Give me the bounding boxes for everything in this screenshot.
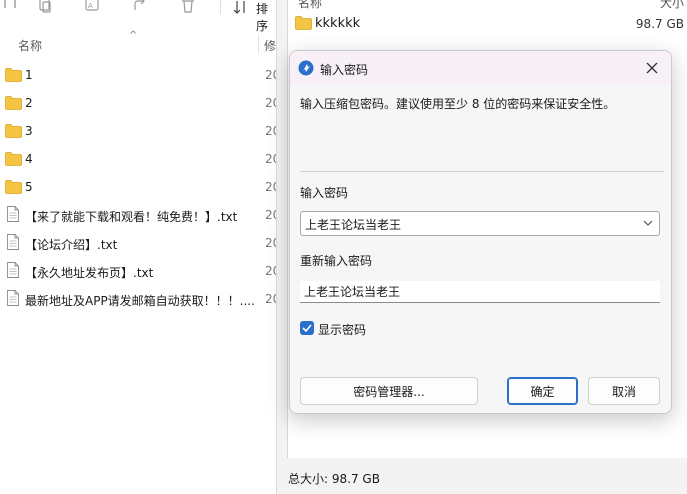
reenter-password-input[interactable] xyxy=(300,281,660,302)
dialog-divider xyxy=(300,171,664,172)
file-date: 20 xyxy=(265,68,276,82)
password-value[interactable]: 上老王论坛当老王 xyxy=(305,216,401,233)
dialog-description: 输入压缩包密码。建议使用至少 8 位的密码来保证安全性。 xyxy=(300,97,616,111)
file-name[interactable]: 【来了就能下载和观看！纯免费！】.txt xyxy=(25,208,237,225)
cut-icon[interactable] xyxy=(2,0,18,16)
folder-icon xyxy=(295,16,312,30)
ok-button[interactable]: 确定 xyxy=(507,377,578,405)
show-password-label[interactable]: 显示密码 xyxy=(318,321,366,338)
checkmark-icon xyxy=(302,324,312,332)
column-name[interactable]: 名称 xyxy=(18,37,42,54)
folder-icon xyxy=(5,180,22,194)
rename-icon[interactable]: A xyxy=(85,0,101,16)
archive-column-name[interactable]: 名称 xyxy=(298,0,322,11)
text-file-icon xyxy=(7,262,19,278)
file-list: 120220320420520【来了就能下载和观看！纯免费！】.txt20【论坛… xyxy=(0,61,276,313)
file-date: 20 xyxy=(265,180,276,194)
file-date: 20 xyxy=(265,236,276,250)
file-date: 20 xyxy=(265,152,276,166)
reenter-password-field[interactable] xyxy=(300,281,660,303)
close-icon xyxy=(646,62,658,74)
file-row[interactable]: 2 20 xyxy=(0,89,276,117)
file-name[interactable]: 4 xyxy=(25,152,33,166)
status-total-size: 总大小: 98.7 GB xyxy=(288,472,380,486)
text-file-icon xyxy=(7,290,19,306)
file-name[interactable]: 【论坛介绍】.txt xyxy=(25,236,117,253)
file-date: 20 xyxy=(265,96,276,110)
file-name[interactable]: 【永久地址发布页】.txt xyxy=(25,264,153,281)
file-row[interactable]: 3 20 xyxy=(0,117,276,145)
copy-icon[interactable] xyxy=(37,0,53,16)
file-date: 20 xyxy=(265,124,276,138)
dialog-title: 输入密码 xyxy=(320,63,369,77)
file-explorer: A 排序 ^ 名称 修 120220320420520【来了就能下载和观看！纯免… xyxy=(0,0,276,494)
file-row[interactable]: 5 20 xyxy=(0,173,276,201)
text-file-icon xyxy=(7,234,19,250)
column-modified[interactable]: 修 xyxy=(264,37,276,54)
password-combobox[interactable]: 上老王论坛当老王 xyxy=(300,211,660,236)
folder-icon xyxy=(5,68,22,82)
file-date: 20 xyxy=(265,292,276,306)
share-icon[interactable] xyxy=(132,0,148,16)
sort-button[interactable]: 排序 xyxy=(256,0,276,34)
delete-icon[interactable] xyxy=(180,0,196,16)
file-name[interactable]: 最新地址及APP请发邮箱自动获取！！！.... xyxy=(25,292,255,309)
show-password-checkbox[interactable] xyxy=(300,321,314,335)
password-manager-button[interactable]: 密码管理器... xyxy=(300,377,478,405)
app-icon xyxy=(298,60,314,76)
folder-icon xyxy=(5,152,22,166)
archive-column-size[interactable]: 大小 xyxy=(660,0,684,11)
close-button[interactable] xyxy=(639,55,665,81)
sort-caret-icon: ^ xyxy=(129,30,138,41)
folder-icon xyxy=(5,96,22,110)
password-dialog: 输入密码 输入压缩包密码。建议使用至少 8 位的密码来保证安全性。 输入密码 上… xyxy=(289,50,672,414)
cancel-button[interactable]: 取消 xyxy=(588,377,660,405)
archive-folder-size: 98.7 GB xyxy=(635,17,684,31)
file-name[interactable]: 1 xyxy=(25,68,33,82)
chevron-down-icon[interactable] xyxy=(643,220,653,226)
archive-folder-name[interactable]: kkkkkk xyxy=(315,16,360,31)
file-row[interactable]: 【论坛介绍】.txt 20 xyxy=(0,229,276,257)
reenter-password-label: 重新输入密码 xyxy=(300,254,373,268)
file-date: 20 xyxy=(265,264,276,278)
svg-text:A: A xyxy=(88,2,93,10)
folder-icon xyxy=(5,124,22,138)
toolbar-divider xyxy=(220,0,221,14)
file-name[interactable]: 5 xyxy=(25,180,33,194)
file-name[interactable]: 3 xyxy=(25,124,33,138)
column-header: ^ 名称 修 xyxy=(0,30,276,56)
dialog-title-bar[interactable]: 输入密码 xyxy=(290,51,671,85)
sort-icon[interactable] xyxy=(233,1,249,18)
file-row[interactable]: 【永久地址发布页】.txt 20 xyxy=(0,257,276,285)
column-divider[interactable] xyxy=(258,34,259,54)
file-date: 20 xyxy=(265,208,276,222)
explorer-toolbar: A 排序 xyxy=(0,0,276,33)
text-file-icon xyxy=(7,206,19,222)
file-row[interactable]: 4 20 xyxy=(0,145,276,173)
file-name[interactable]: 2 xyxy=(25,96,33,110)
file-row[interactable]: 最新地址及APP请发邮箱自动获取！！！.... 20 xyxy=(0,285,276,313)
file-row[interactable]: 【来了就能下载和观看！纯免费！】.txt 20 xyxy=(0,201,276,229)
password-label: 输入密码 xyxy=(300,186,349,200)
file-row[interactable]: 1 20 xyxy=(0,61,276,89)
